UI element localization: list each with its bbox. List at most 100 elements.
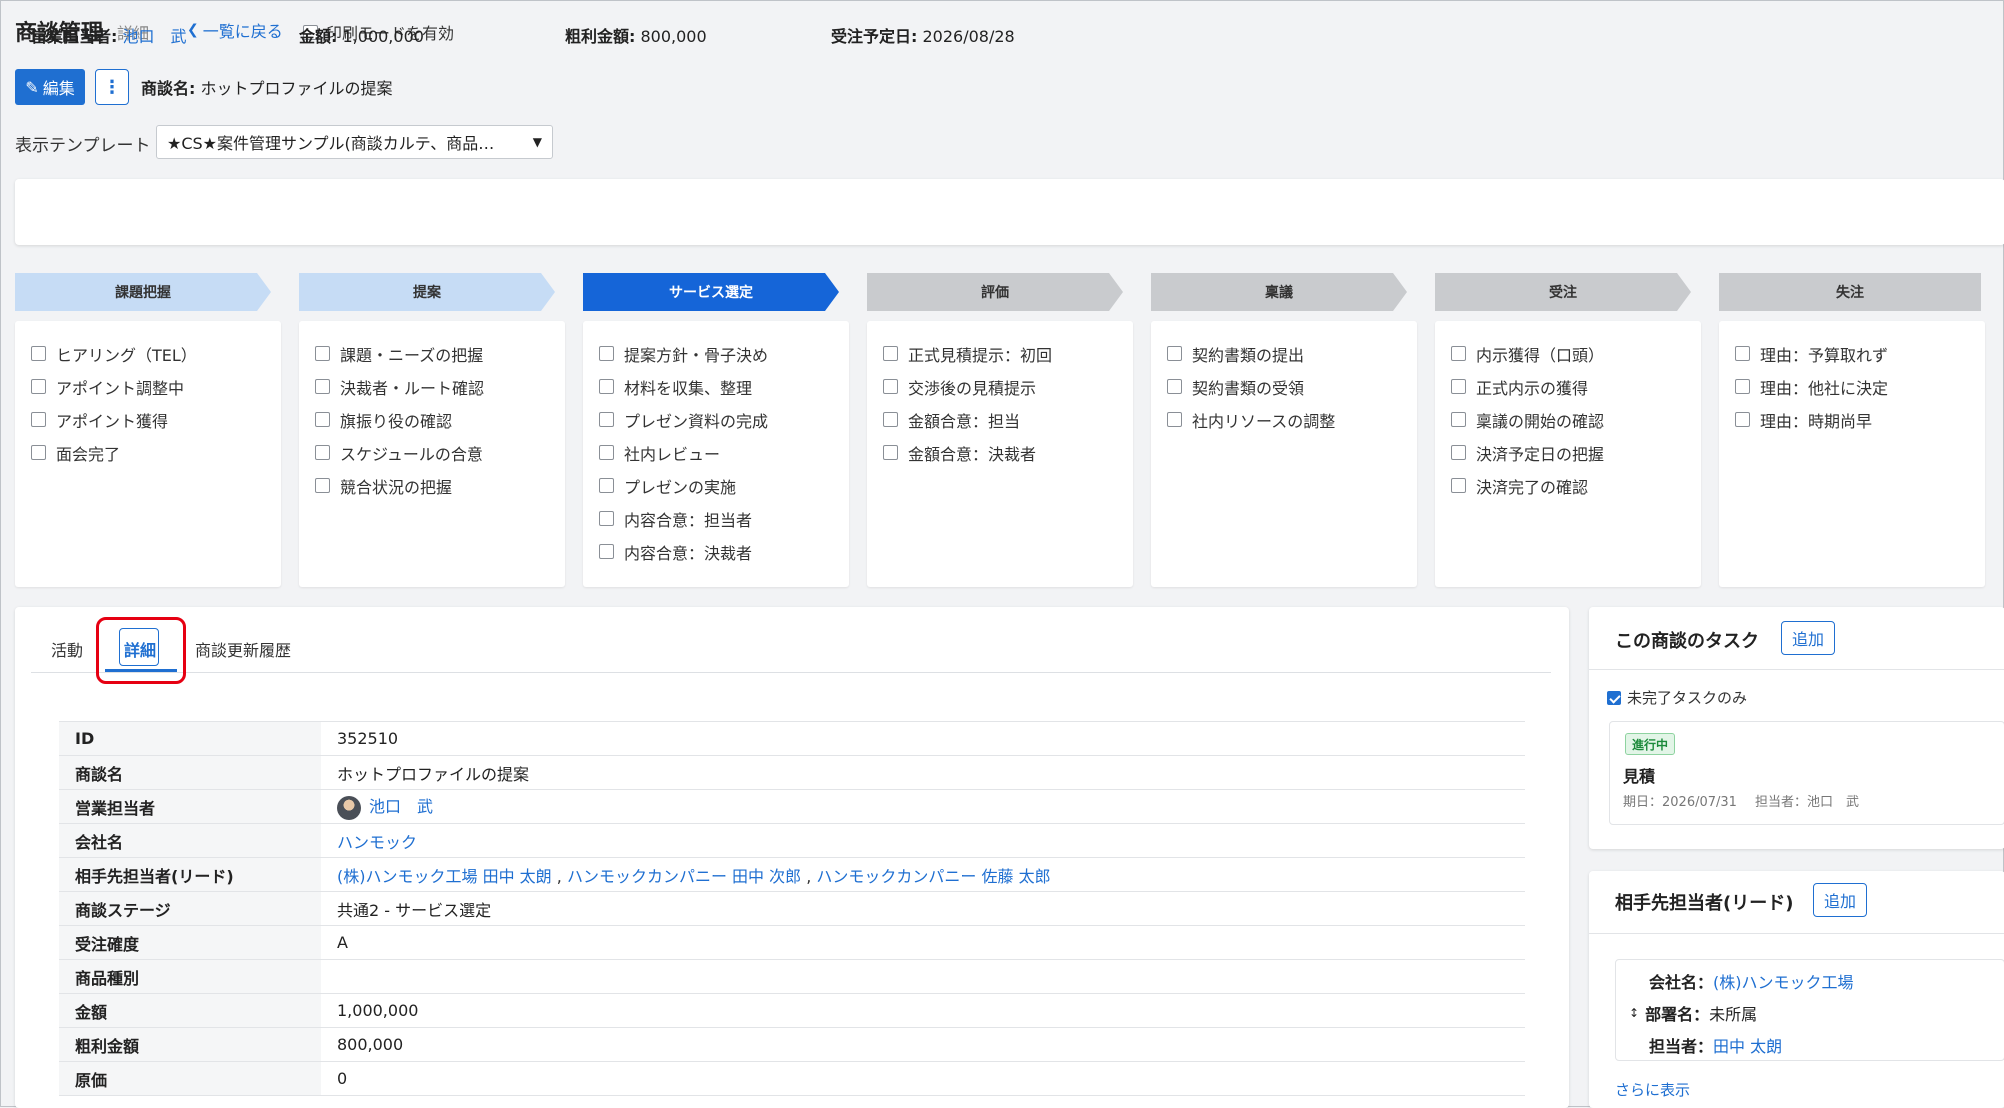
tab-activity[interactable]: 活動: [51, 637, 83, 661]
task-checkbox[interactable]: [1451, 346, 1466, 361]
task-checkbox[interactable]: [883, 412, 898, 427]
task-checkbox[interactable]: [31, 379, 46, 394]
task-label: アポイント獲得: [56, 411, 169, 431]
stage-task[interactable]: 理由：時期尚早: [1719, 403, 1985, 436]
task-name[interactable]: 見積: [1623, 763, 1655, 787]
task-checkbox[interactable]: [1451, 412, 1466, 427]
sales-rep-link[interactable]: 池口 武: [123, 27, 187, 46]
stage-task[interactable]: アポイント調整中: [15, 370, 281, 403]
task-checkbox[interactable]: [315, 445, 330, 460]
task-checkbox[interactable]: [1167, 412, 1182, 427]
stage-task[interactable]: 課題・ニーズの把握: [299, 337, 565, 370]
stage-task[interactable]: 交渉後の見積提示: [867, 370, 1133, 403]
stage-task[interactable]: 内容合意：担当者: [583, 502, 849, 535]
tab-update-history[interactable]: 商談更新履歴: [195, 637, 291, 661]
task-checkbox[interactable]: [883, 346, 898, 361]
stage-task[interactable]: 決済予定日の把握: [1435, 436, 1701, 469]
incomplete-only-filter[interactable]: 未完了タスクのみ: [1607, 687, 1747, 708]
stage-task[interactable]: プレゼン資料の完成: [583, 403, 849, 436]
drag-handle-icon[interactable]: ↕: [1629, 1006, 1639, 1020]
contact-company-label: 会社名：: [1649, 973, 1714, 992]
contact-person-link[interactable]: 田中 太朗: [1713, 1037, 1782, 1056]
stage-task[interactable]: 決済完了の確認: [1435, 469, 1701, 502]
contact-company-link[interactable]: (株)ハンモック工場: [1713, 973, 1854, 992]
task-checkbox[interactable]: [31, 412, 46, 427]
task-checkbox[interactable]: [31, 346, 46, 361]
stage-task[interactable]: アポイント獲得: [15, 403, 281, 436]
stage-kadai[interactable]: 課題把握: [15, 273, 271, 311]
more-actions-button[interactable]: ⋮: [95, 69, 129, 105]
stage-task[interactable]: プレゼンの実施: [583, 469, 849, 502]
stage-tasks-shicchu: 理由：予算取れず 理由：他社に決定 理由：時期尚早: [1719, 321, 1985, 587]
stage-task[interactable]: 社内レビュー: [583, 436, 849, 469]
stage-task[interactable]: 社内リソースの調整: [1151, 403, 1417, 436]
task-checkbox[interactable]: [599, 511, 614, 526]
stage-task[interactable]: 内容合意：決裁者: [583, 535, 849, 568]
stage-task[interactable]: ヒアリング（TEL）: [15, 337, 281, 370]
stage-teian[interactable]: 提案: [299, 273, 555, 311]
stage-shicchu[interactable]: 失注: [1719, 273, 1981, 311]
show-more-link[interactable]: さらに表示: [1615, 1079, 1690, 1100]
task-checkbox[interactable]: [1451, 478, 1466, 493]
contact-link[interactable]: ハンモックカンパニー 田中 次郎: [567, 867, 801, 886]
template-select[interactable]: ★CS★案件管理サンプル(商談カルテ、商品… ▼: [156, 125, 553, 159]
task-checkbox[interactable]: [1735, 346, 1750, 361]
stage-ringi[interactable]: 稟議: [1151, 273, 1407, 311]
summary-label: 粗利金額:: [565, 27, 636, 46]
task-checkbox[interactable]: [315, 379, 330, 394]
stage-task[interactable]: 正式見積提示：初回: [867, 337, 1133, 370]
stage-hyouka[interactable]: 評価: [867, 273, 1123, 311]
task-checkbox[interactable]: [315, 346, 330, 361]
task-checkbox[interactable]: [599, 346, 614, 361]
task-checkbox[interactable]: [1735, 379, 1750, 394]
task-checkbox[interactable]: [315, 412, 330, 427]
edit-button[interactable]: ✎ 編集: [15, 69, 85, 105]
stage-tasks-service-select: 提案方針・骨子決め 材料を収集、整理 プレゼン資料の完成 社内レビュー プレゼン…: [583, 321, 849, 587]
contact-link[interactable]: (株)ハンモック工場 田中 太朗: [337, 867, 552, 886]
task-checkbox[interactable]: [599, 379, 614, 394]
task-label: 社内レビュー: [624, 444, 721, 464]
task-checkbox[interactable]: [31, 445, 46, 460]
stage-task[interactable]: 材料を収集、整理: [583, 370, 849, 403]
task-checkbox[interactable]: [315, 478, 330, 493]
stage-task[interactable]: 金額合意：担当: [867, 403, 1133, 436]
stage-task[interactable]: 正式内示の獲得: [1435, 370, 1701, 403]
stage-task[interactable]: 内示獲得（口頭）: [1435, 337, 1701, 370]
stage-service-select[interactable]: サービス選定: [583, 273, 839, 311]
add-contact-button[interactable]: 追加: [1813, 883, 1868, 917]
summary-amount: 金額: 1,000,000: [299, 23, 424, 47]
stage-task[interactable]: 金額合意：決裁者: [867, 436, 1133, 469]
task-checkbox[interactable]: [1167, 346, 1182, 361]
task-checkbox[interactable]: [1451, 379, 1466, 394]
stage-task[interactable]: 稟議の開始の確認: [1435, 403, 1701, 436]
field-value: ハンモック: [321, 823, 1525, 858]
stage-task[interactable]: 旗振り役の確認: [299, 403, 565, 436]
task-checkbox[interactable]: [599, 544, 614, 559]
stage-tasks-kadai: ヒアリング（TEL） アポイント調整中 アポイント獲得 面会完了: [15, 321, 281, 587]
task-checkbox[interactable]: [599, 412, 614, 427]
stage-task[interactable]: 理由：予算取れず: [1719, 337, 1985, 370]
stage-task[interactable]: スケジュールの合意: [299, 436, 565, 469]
company-link[interactable]: ハンモック: [337, 833, 417, 852]
task-checkbox[interactable]: [1167, 379, 1182, 394]
add-task-button[interactable]: 追加: [1781, 621, 1836, 655]
stage-juchu[interactable]: 受注: [1435, 273, 1691, 311]
stage-task[interactable]: 理由：他社に決定: [1719, 370, 1985, 403]
stage-task[interactable]: 面会完了: [15, 436, 281, 469]
task-checkbox[interactable]: [883, 379, 898, 394]
task-checkbox[interactable]: [883, 445, 898, 460]
task-checkbox[interactable]: [599, 478, 614, 493]
back-to-list-link[interactable]: ❮ 一覧に戻る: [187, 18, 283, 42]
task-checkbox[interactable]: [599, 445, 614, 460]
incomplete-only-checkbox[interactable]: [1607, 690, 1621, 705]
field-label: 営業担当者: [59, 789, 321, 824]
stage-task[interactable]: 競合状況の把握: [299, 469, 565, 502]
stage-task[interactable]: 決裁者・ルート確認: [299, 370, 565, 403]
task-checkbox[interactable]: [1735, 412, 1750, 427]
sales-rep-link[interactable]: 池口 武: [369, 797, 433, 816]
task-checkbox[interactable]: [1451, 445, 1466, 460]
contact-link[interactable]: ハンモックカンパニー 佐藤 太郎: [816, 867, 1050, 886]
stage-task[interactable]: 契約書類の提出: [1151, 337, 1417, 370]
stage-task[interactable]: 契約書類の受領: [1151, 370, 1417, 403]
stage-task[interactable]: 提案方針・骨子決め: [583, 337, 849, 370]
